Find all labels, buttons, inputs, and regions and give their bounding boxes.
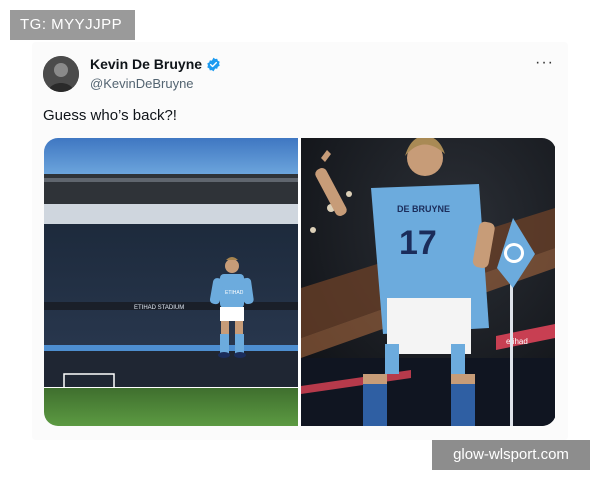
stadium-banner-text: ETIHAD STADIUM <box>134 305 184 311</box>
photo-stadium[interactable]: ETIHAD STADIUM ETIHAD <box>44 138 298 426</box>
shirt-sponsor-text: ETIHAD <box>225 290 244 296</box>
ad-board-text: etihad <box>506 337 528 346</box>
author-name[interactable]: Kevin De Bruyne <box>90 56 202 72</box>
author-handle[interactable]: @KevinDeBruyne <box>90 76 194 91</box>
shirt-number-text: 17 <box>399 224 437 262</box>
tweet-text: Guess who’s back?! <box>43 107 177 124</box>
verified-badge-icon <box>206 57 221 72</box>
more-options-icon[interactable]: ··· <box>535 54 554 72</box>
photo-celebration[interactable]: etihad DE BRUYNE 17 <box>301 138 555 426</box>
site-watermark: glow-wlsport.com <box>432 440 590 470</box>
tweet-card[interactable]: Kevin De Bruyne @KevinDeBruyne ··· Guess… <box>32 42 568 440</box>
avatar[interactable] <box>43 56 79 92</box>
channel-tag: TG: MYYJJPP <box>10 10 135 40</box>
author-name-row[interactable]: Kevin De Bruyne <box>90 56 221 72</box>
shirt-name-text: DE BRUYNE <box>397 204 450 214</box>
tweet-media[interactable]: ETIHAD STADIUM ETIHAD etihad DE BRUYNE 1… <box>44 138 556 426</box>
